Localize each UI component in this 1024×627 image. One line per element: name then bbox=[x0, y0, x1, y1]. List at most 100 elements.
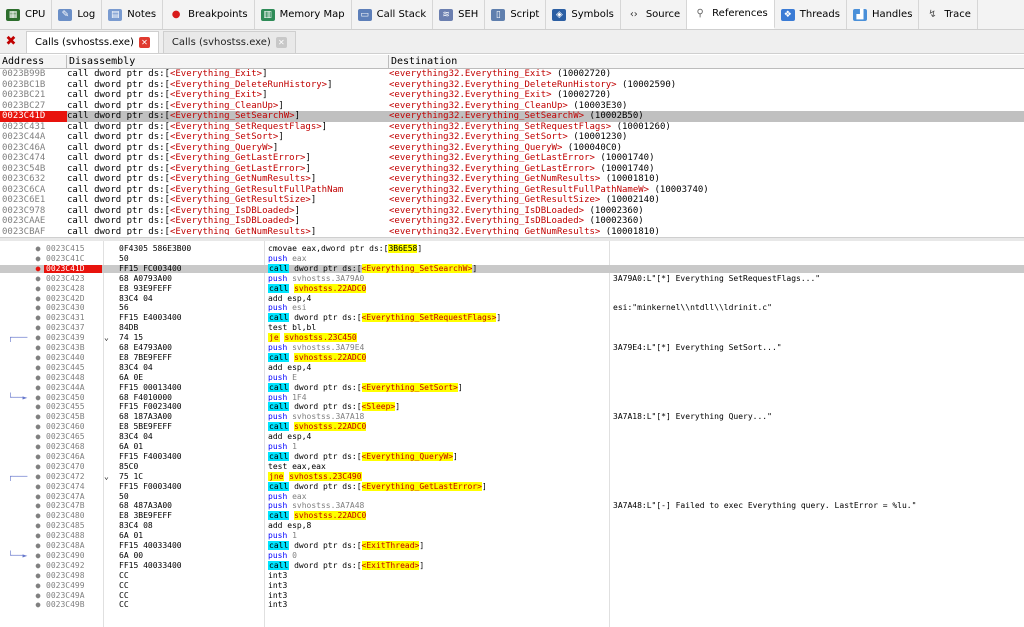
bullet-icon[interactable]: ● bbox=[34, 472, 42, 481]
disassembly-row[interactable]: ● 0023C485 83C4 08 add esp,8 bbox=[0, 522, 1024, 530]
disassembly-row[interactable]: ● 0023C460 E8 5BE9FEFF call svhostss.22ADC0 bbox=[0, 422, 1024, 432]
bullet-icon[interactable]: ● bbox=[34, 284, 42, 293]
disassembly-row[interactable]: ● └──► 0023C450 68 F4010000 push 1F4 bbox=[0, 393, 1024, 402]
disassembly-row[interactable]: ● 0023C49A CC int3 bbox=[0, 591, 1024, 600]
disassembly-row[interactable]: ● 0023C46A FF15 F4003400 call dword ptr ds:… bbox=[0, 451, 1024, 461]
bullet-icon[interactable]: ● bbox=[34, 344, 42, 352]
disassembly-row[interactable]: ● 0023C47B 68 487A3A00 push svhostss.3A7A48… bbox=[0, 502, 1024, 510]
close-tab-icon[interactable]: ✕ bbox=[275, 36, 287, 48]
bullet-icon[interactable]: ● bbox=[34, 512, 42, 520]
bullet-icon[interactable]: ● bbox=[34, 383, 42, 392]
bullet-icon[interactable]: ● bbox=[34, 591, 42, 600]
bullet-icon[interactable]: ● bbox=[34, 433, 42, 441]
reference-row[interactable]: 0023BC27 call dword ptr ds:[<Everything_C… bbox=[0, 101, 1024, 112]
bullet-icon[interactable]: ● bbox=[34, 542, 42, 550]
bullet-icon[interactable]: ● bbox=[34, 274, 42, 283]
header-address[interactable]: Address bbox=[0, 55, 67, 68]
disassembly-row[interactable]: ● 0023C45B 68 187A3A00 push svhostss.3A7A18… bbox=[0, 413, 1024, 421]
disassembly-row[interactable]: ● ┌─── 0023C472 ⌄ 75 1C jne svhostss.23C490 bbox=[0, 471, 1024, 481]
disassembly-row[interactable]: ● 0023C455 FF15 F0023400 call dword ptr ds:… bbox=[0, 402, 1024, 412]
disassembly-row[interactable]: ● 0023C43B 68 E4793A00 push svhostss.3A79E4… bbox=[0, 344, 1024, 352]
bullet-icon[interactable]: ● bbox=[34, 373, 42, 382]
bullet-icon[interactable]: ● bbox=[34, 443, 42, 451]
disassembly-row[interactable]: ● 0023C498 CC int3 bbox=[0, 571, 1024, 580]
tab-handles[interactable]: ▟ Handles bbox=[847, 0, 920, 29]
disassembly-row[interactable]: ● 0023C48A FF15 40033400 call dword ptr ds:… bbox=[0, 541, 1024, 550]
disassembly-row[interactable]: ● 0023C431 FF15 E4003400 call dword ptr ds:… bbox=[0, 313, 1024, 323]
reference-row[interactable]: 0023C978 call dword ptr ds:[<Everything_I… bbox=[0, 206, 1024, 217]
reference-row[interactable]: 0023C46A call dword ptr ds:[<Everything_Q… bbox=[0, 143, 1024, 154]
bullet-icon[interactable]: ● bbox=[34, 561, 42, 570]
header-disassembly[interactable]: Disassembly bbox=[67, 55, 389, 68]
reference-row[interactable]: 0023B99B call dword ptr ds:[<Everything_E… bbox=[0, 69, 1024, 80]
reference-row[interactable]: 0023C632 call dword ptr ds:[<Everything_G… bbox=[0, 174, 1024, 185]
disassembly-row[interactable]: ● 0023C437 84DB test bl,bl bbox=[0, 324, 1024, 332]
close-all-icon[interactable]: ✖ bbox=[0, 34, 22, 49]
bullet-icon[interactable]: ● bbox=[34, 393, 42, 402]
reference-row[interactable]: 0023C6E1 call dword ptr ds:[<Everything_G… bbox=[0, 195, 1024, 206]
bullet-icon[interactable]: ● bbox=[34, 304, 42, 312]
disassembly-row[interactable]: ● 0023C492 FF15 40033400 call dword ptr ds:… bbox=[0, 560, 1024, 570]
subtab-calls[interactable]: Calls (svhostss.exe) ✕ bbox=[162, 30, 296, 53]
bullet-icon[interactable]: ● bbox=[34, 532, 42, 540]
bullet-icon[interactable]: ● bbox=[34, 601, 42, 609]
tab-breakpoints[interactable]: ● Breakpoints bbox=[163, 0, 255, 29]
bullet-icon[interactable]: ● bbox=[34, 245, 42, 253]
tab-threads[interactable]: ❖ Threads bbox=[775, 0, 847, 29]
disassembly-row[interactable]: ● 0023C423 68 A0793A00 push svhostss.3A79A0… bbox=[0, 274, 1024, 283]
disassembly-row[interactable]: ● 0023C44A FF15 00013400 call dword ptr ds:… bbox=[0, 382, 1024, 392]
tab-cpu[interactable]: ▦ CPU bbox=[0, 0, 53, 29]
disassembly-row[interactable]: ● 0023C465 83C4 04 add esp,4 bbox=[0, 433, 1024, 441]
disassembly-row[interactable]: ● 0023C445 83C4 04 add esp,4 bbox=[0, 363, 1024, 372]
bullet-icon[interactable]: ● bbox=[34, 413, 42, 421]
disassembly-row[interactable]: ● 0023C430 56 push esi esi:"minkernel\\ntdll… bbox=[0, 304, 1024, 312]
tab-seh[interactable]: ≋ SEH bbox=[433, 0, 486, 29]
bullet-icon[interactable]: ● bbox=[34, 502, 42, 510]
tab-notes[interactable]: ▤ Notes bbox=[102, 0, 164, 29]
reference-row[interactable]: 0023C54B call dword ptr ds:[<Everything_G… bbox=[0, 164, 1024, 175]
disassembly-row[interactable]: ● 0023C470 85C0 test eax,eax bbox=[0, 462, 1024, 471]
disassembly-row[interactable]: ● 0023C49B CC int3 bbox=[0, 601, 1024, 609]
disassembly-row[interactable]: ● 0023C41D FF15 FC003400 call dword ptr ds:… bbox=[0, 263, 1024, 273]
disassembly-view[interactable]: ● 0023C415 0F4305 586E3B00 cmovae eax,dword… bbox=[0, 241, 1024, 627]
disassembly-row[interactable]: ● 0023C474 FF15 F0003400 call dword ptr ds:… bbox=[0, 481, 1024, 491]
bullet-icon[interactable]: ● bbox=[34, 334, 42, 342]
reference-row[interactable]: 0023BC21 call dword ptr ds:[<Everything_E… bbox=[0, 90, 1024, 101]
bullet-icon[interactable]: ● bbox=[34, 482, 42, 491]
disassembly-row[interactable]: ● 0023C47A 50 push eax bbox=[0, 492, 1024, 501]
close-tab-icon[interactable]: ✕ bbox=[138, 36, 150, 48]
bullet-icon[interactable]: ● bbox=[34, 294, 42, 303]
disassembly-row[interactable]: ● 0023C415 0F4305 586E3B00 cmovae eax,dword… bbox=[0, 244, 1024, 253]
tab-call-stack[interactable]: ▭ Call Stack bbox=[352, 0, 434, 29]
reference-row[interactable]: 0023C44A call dword ptr ds:[<Everything_S… bbox=[0, 132, 1024, 143]
bullet-icon[interactable]: ● bbox=[34, 403, 42, 411]
bullet-icon[interactable]: ● bbox=[34, 522, 42, 530]
reference-row[interactable]: 0023CBAF call dword ptr ds:[<Everything_G… bbox=[0, 227, 1024, 236]
reference-row[interactable]: 0023C41D call dword ptr ds:[<Everything_S… bbox=[0, 111, 1024, 122]
reference-row[interactable]: 0023C431 call dword ptr ds:[<Everything_S… bbox=[0, 122, 1024, 133]
bullet-icon[interactable]: ● bbox=[34, 363, 42, 372]
tab-log[interactable]: ✎ Log bbox=[52, 0, 103, 29]
tab-references[interactable]: ⚲ References bbox=[687, 0, 775, 29]
bullet-icon[interactable]: ● bbox=[34, 314, 42, 322]
disassembly-row[interactable]: ● 0023C42D 83C4 04 add esp,4 bbox=[0, 294, 1024, 303]
subtab-calls[interactable]: Calls (svhostss.exe) ✕ bbox=[26, 30, 159, 53]
disassembly-row[interactable]: ● 0023C488 6A 01 push 1 bbox=[0, 532, 1024, 540]
bullet-icon[interactable]: ● bbox=[34, 324, 42, 332]
reference-row[interactable]: 0023C474 call dword ptr ds:[<Everything_G… bbox=[0, 153, 1024, 164]
disassembly-row[interactable]: ● └──► 0023C490 6A 00 push 0 bbox=[0, 551, 1024, 560]
bullet-icon[interactable]: ● bbox=[34, 462, 42, 471]
reference-row[interactable]: 0023CAAE call dword ptr ds:[<Everything_I… bbox=[0, 216, 1024, 227]
disassembly-row[interactable]: ● 0023C499 CC int3 bbox=[0, 581, 1024, 590]
bullet-icon[interactable]: ● bbox=[34, 571, 42, 580]
header-destination[interactable]: Destination bbox=[389, 55, 1024, 68]
tab-symbols[interactable]: ◈ Symbols bbox=[546, 0, 621, 29]
disassembly-row[interactable]: ● 0023C428 E8 93E9FEFF call svhostss.22ADC0 bbox=[0, 283, 1024, 293]
bullet-icon[interactable]: ● bbox=[34, 452, 42, 461]
tab-source[interactable]: ‹› Source bbox=[621, 0, 688, 29]
bullet-icon[interactable]: ● bbox=[34, 423, 42, 431]
tab-trace[interactable]: ↯ Trace bbox=[919, 0, 978, 29]
bullet-icon[interactable]: ● bbox=[34, 492, 42, 501]
disassembly-row[interactable]: ● 0023C468 6A 01 push 1 bbox=[0, 443, 1024, 451]
bullet-icon[interactable]: ● bbox=[34, 581, 42, 590]
